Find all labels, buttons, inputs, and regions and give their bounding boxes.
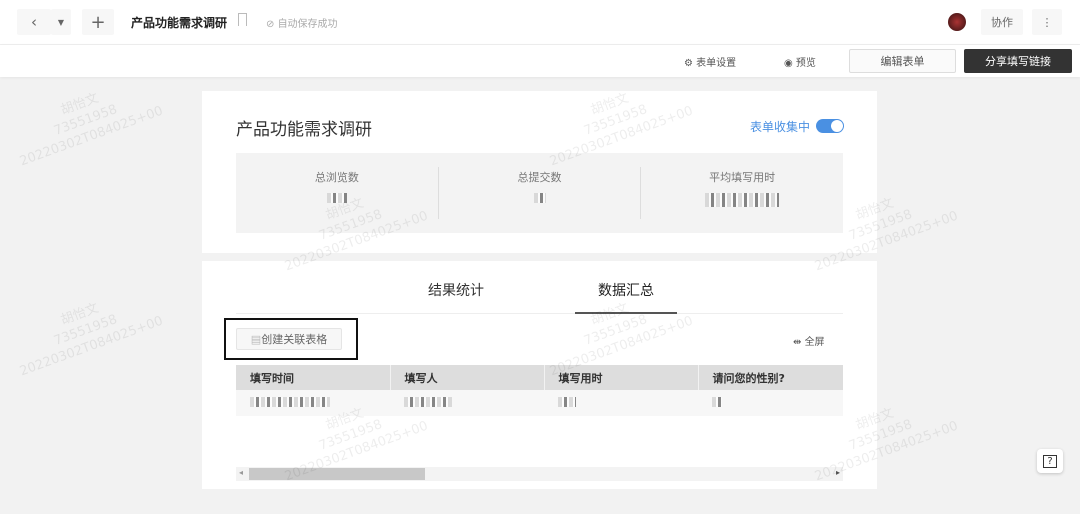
stat-views: 总浏览数 <box>236 167 439 219</box>
stats-panel: 总浏览数 总提交数 平均填写用时 <box>236 153 843 233</box>
doc-title: 产品功能需求调研 <box>131 16 228 30</box>
summary-card: 产品功能需求调研 表单收集中 总浏览数 总提交数 平均填写用时 <box>202 91 877 253</box>
fullscreen-button[interactable]: ⇹ 全屏 <box>793 333 825 348</box>
watermark: 胡怡文7355195820220302T084025+00 <box>17 90 165 170</box>
column-header[interactable]: 填写人 <box>390 365 545 390</box>
tab-data-summary[interactable]: 数据汇总 <box>575 261 677 314</box>
column-header[interactable]: 填写时间 <box>236 365 391 390</box>
form-settings-label: 表单设置 <box>696 58 737 69</box>
history-dropdown[interactable]: ▼ <box>51 9 71 35</box>
chevron-left-icon: ‹ <box>31 13 37 31</box>
edit-form-button[interactable]: 编辑表单 <box>849 49 956 73</box>
tabs: 结果统计 数据汇总 <box>236 261 843 314</box>
create-linked-table-label: 创建关联表格 <box>261 333 328 346</box>
expand-icon: ⇹ <box>793 337 805 348</box>
collecting-toggle[interactable] <box>816 119 844 133</box>
autosave-status: ⊘ 自动保存成功 <box>266 15 338 30</box>
caret-down-icon: ▼ <box>57 17 65 27</box>
eye-icon: ◉ <box>784 58 796 69</box>
stat-value <box>326 193 347 203</box>
new-button[interactable]: + <box>82 9 114 35</box>
create-linked-table-button[interactable]: ▤ 创建关联表格 <box>236 328 342 350</box>
preview-label: 预览 <box>795 58 816 69</box>
data-table: 填写时间 填写人 填写用时 请问您的性别? <box>236 365 843 416</box>
avatar[interactable] <box>948 13 966 31</box>
table-icon: ▤ <box>250 332 262 346</box>
table-cell <box>698 390 843 416</box>
scrollbar-thumb[interactable] <box>249 468 425 480</box>
watermark: 胡怡文7355195820220302T084025+00 <box>17 300 165 380</box>
collaborate-button[interactable]: 协作 <box>981 9 1023 35</box>
column-header[interactable]: 请问您的性别? <box>698 365 843 390</box>
help-button[interactable]: ? <box>1037 449 1063 473</box>
table-cell <box>544 390 698 416</box>
check-circle-icon: ⊘ <box>266 19 278 30</box>
collecting-label: 表单收集中 <box>750 120 811 134</box>
scroll-left-icon[interactable]: ◂ <box>239 468 243 477</box>
preview-button[interactable]: ◉ 预览 <box>784 54 816 69</box>
table-cell <box>390 390 544 416</box>
more-button[interactable]: ⋮ <box>1032 9 1062 35</box>
results-card: 结果统计 数据汇总 ▤ 创建关联表格 ⇹ 全屏 填写时间 填写人 填写用时 请问… <box>202 261 877 489</box>
top-bar: ‹ ▼ + 产品功能需求调研 ⊘ 自动保存成功 协作 ⋮ <box>0 0 1080 45</box>
autosave-text: 自动保存成功 <box>277 19 338 30</box>
horizontal-scrollbar[interactable]: ◂ ▸ <box>236 467 843 481</box>
stat-value <box>533 193 546 203</box>
fullscreen-label: 全屏 <box>804 337 825 348</box>
table-cell <box>236 390 390 416</box>
tab-statistics[interactable]: 结果统计 <box>428 280 484 300</box>
form-title: 产品功能需求调研 <box>236 120 372 140</box>
form-toolbar: ⚙ 表单设置 ◉ 预览 编辑表单 分享填写链接 <box>0 45 1080 77</box>
stat-avg-time: 平均填写用时 <box>641 167 843 219</box>
stat-label: 总提交数 <box>517 171 562 184</box>
share-link-button[interactable]: 分享填写链接 <box>964 49 1072 73</box>
stat-label: 平均填写用时 <box>709 171 776 184</box>
stat-value <box>705 193 780 207</box>
bookmark-icon[interactable] <box>238 13 247 26</box>
table-header: 填写时间 填写人 填写用时 请问您的性别? <box>236 365 843 390</box>
table-row[interactable] <box>236 390 843 416</box>
stat-label: 总浏览数 <box>314 171 359 184</box>
scroll-right-icon[interactable]: ▸ <box>836 468 840 477</box>
column-header[interactable]: 填写用时 <box>544 365 699 390</box>
stat-submissions: 总提交数 <box>439 167 642 219</box>
back-button[interactable]: ‹ <box>17 9 51 35</box>
form-settings-button[interactable]: ⚙ 表单设置 <box>684 54 736 69</box>
help-icon: ? <box>1043 454 1057 468</box>
gear-icon: ⚙ <box>684 58 697 69</box>
plus-icon: + <box>90 11 106 33</box>
